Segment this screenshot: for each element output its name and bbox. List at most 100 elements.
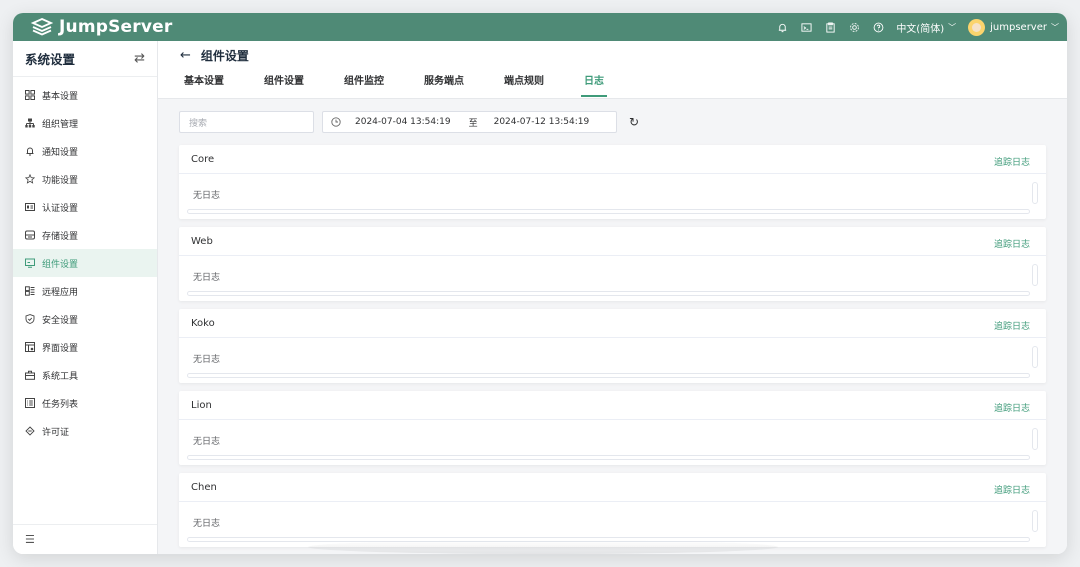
range-separator: 至 bbox=[468, 118, 478, 129]
sidebar-item-tools[interactable]: 系统工具 bbox=[13, 361, 157, 389]
card-title: Web bbox=[191, 235, 213, 247]
trace-log-link[interactable]: 追踪日志 bbox=[994, 483, 1030, 496]
chevron-down-icon: ﹀ bbox=[1051, 22, 1059, 32]
username: jumpserver bbox=[990, 21, 1047, 33]
logo[interactable]: JumpServer bbox=[31, 17, 172, 37]
switch-view-icon[interactable]: ⇄ bbox=[134, 51, 145, 66]
terminal-icon[interactable] bbox=[800, 21, 812, 33]
vertical-scrollbar[interactable] bbox=[1032, 182, 1038, 204]
sidebar-item-label: 认证设置 bbox=[42, 203, 79, 214]
sidebar-item-org[interactable]: 组织管理 bbox=[13, 109, 157, 137]
breadcrumb: ← 组件设置 bbox=[180, 41, 1067, 69]
sidebar-item-tasks[interactable]: 任务列表 bbox=[13, 389, 157, 417]
chevron-down-icon: ﹀ bbox=[948, 22, 957, 32]
bell-icon[interactable] bbox=[776, 21, 788, 33]
vertical-scrollbar[interactable] bbox=[1032, 428, 1038, 450]
collapse-sidebar-button[interactable]: ☰ bbox=[13, 524, 157, 554]
log-text: 无日志 bbox=[193, 273, 221, 283]
log-card-koko: Koko 追踪日志 无日志 bbox=[179, 309, 1046, 383]
tab-logs[interactable]: 日志 bbox=[581, 69, 607, 97]
bottom-shadow bbox=[308, 540, 778, 554]
sidebar-item-label: 远程应用 bbox=[42, 287, 79, 298]
sidebar-title: 系统设置 bbox=[25, 52, 76, 67]
clipboard-icon[interactable] bbox=[824, 21, 836, 33]
sidebar-item-component[interactable]: 组件设置 bbox=[13, 249, 157, 277]
top-actions: 中文(简体) ﹀ jumpserver ﹀ bbox=[770, 18, 1067, 36]
date-range-picker[interactable]: 2024-07-04 13:54:19 至 2024-07-12 13:54:1… bbox=[322, 111, 617, 133]
layout-icon bbox=[25, 342, 35, 352]
shield-icon bbox=[25, 314, 35, 324]
gear-icon[interactable] bbox=[848, 21, 860, 33]
org-icon bbox=[25, 118, 35, 128]
storage-icon bbox=[25, 230, 35, 240]
card-body: 无日志 bbox=[179, 338, 1046, 383]
log-card-web: Web 追踪日志 无日志 bbox=[179, 227, 1046, 301]
card-header: Lion 追踪日志 bbox=[179, 391, 1046, 420]
horizontal-scrollbar[interactable] bbox=[187, 291, 1030, 296]
card-title: Koko bbox=[191, 317, 215, 329]
sidebar-menu: 基本设置 组织管理 通知设置 功能设置 认证设置 存储设置 组件设置 远程应用 … bbox=[13, 77, 157, 445]
grid-icon bbox=[25, 90, 35, 100]
sidebar-item-label: 界面设置 bbox=[42, 343, 79, 354]
sidebar-item-security[interactable]: 安全设置 bbox=[13, 305, 157, 333]
start-date[interactable]: 2024-07-04 13:54:19 bbox=[355, 117, 451, 127]
tab-basic[interactable]: 基本设置 bbox=[184, 69, 224, 96]
trace-log-link[interactable]: 追踪日志 bbox=[994, 401, 1030, 414]
sidebar-item-notification[interactable]: 通知设置 bbox=[13, 137, 157, 165]
avatar bbox=[968, 18, 986, 36]
vertical-scrollbar[interactable] bbox=[1032, 346, 1038, 368]
card-body: 无日志 bbox=[179, 420, 1046, 465]
refresh-icon[interactable]: ↻ bbox=[629, 115, 639, 129]
end-date[interactable]: 2024-07-12 13:54:19 bbox=[494, 117, 590, 127]
card-header: Web 追踪日志 bbox=[179, 227, 1046, 256]
card-header: Core 追踪日志 bbox=[179, 145, 1046, 174]
sidebar-item-label: 通知设置 bbox=[42, 147, 79, 158]
trace-log-link[interactable]: 追踪日志 bbox=[994, 319, 1030, 332]
card-title: Lion bbox=[191, 399, 212, 411]
tab-bar: 基本设置 组件设置 组件监控 服务端点 端点规则 日志 bbox=[180, 69, 1067, 99]
clock-icon bbox=[331, 117, 341, 127]
sidebar-item-feature[interactable]: 功能设置 bbox=[13, 165, 157, 193]
sidebar-item-label: 任务列表 bbox=[42, 399, 79, 410]
log-text: 无日志 bbox=[193, 355, 221, 365]
sidebar-item-label: 功能设置 bbox=[42, 175, 79, 186]
sidebar-item-license[interactable]: 许可证 bbox=[13, 417, 157, 445]
toolbox-icon bbox=[25, 370, 35, 380]
sidebar-item-storage[interactable]: 存储设置 bbox=[13, 221, 157, 249]
card-body: 无日志 bbox=[179, 174, 1046, 219]
filter-bar: 搜索 2024-07-04 13:54:19 至 2024-07-12 13:5… bbox=[158, 99, 1067, 145]
tab-component-monitor[interactable]: 组件监控 bbox=[344, 69, 384, 96]
log-text: 无日志 bbox=[193, 191, 221, 201]
tab-endpoint-rules[interactable]: 端点规则 bbox=[504, 69, 544, 96]
horizontal-scrollbar[interactable] bbox=[187, 455, 1030, 460]
trace-log-link[interactable]: 追踪日志 bbox=[994, 237, 1030, 250]
sidebar-item-label: 许可证 bbox=[42, 427, 70, 438]
search-input[interactable]: 搜索 bbox=[179, 111, 314, 133]
page-title: 组件设置 bbox=[200, 48, 249, 63]
sidebar-item-remote-apps[interactable]: 远程应用 bbox=[13, 277, 157, 305]
tab-component-settings[interactable]: 组件设置 bbox=[264, 69, 304, 96]
sidebar-item-label: 组件设置 bbox=[42, 259, 79, 270]
horizontal-scrollbar[interactable] bbox=[187, 373, 1030, 378]
user-menu[interactable]: jumpserver ﹀ bbox=[956, 18, 1059, 36]
sidebar-item-auth[interactable]: 认证设置 bbox=[13, 193, 157, 221]
apps-icon bbox=[25, 286, 35, 296]
card-title: Core bbox=[191, 153, 215, 165]
sidebar-item-label: 存储设置 bbox=[42, 231, 79, 242]
sidebar-item-basic[interactable]: 基本设置 bbox=[13, 81, 157, 109]
back-arrow-icon[interactable]: ← bbox=[180, 48, 191, 63]
help-icon[interactable] bbox=[872, 21, 884, 33]
vertical-scrollbar[interactable] bbox=[1032, 264, 1038, 286]
vertical-scrollbar[interactable] bbox=[1032, 510, 1038, 532]
trace-log-link[interactable]: 追踪日志 bbox=[994, 155, 1030, 168]
page-header: ← 组件设置 基本设置 组件设置 组件监控 服务端点 端点规则 日志 bbox=[158, 41, 1067, 99]
logo-text: JumpServer bbox=[59, 17, 173, 37]
card-header: Koko 追踪日志 bbox=[179, 309, 1046, 338]
horizontal-scrollbar[interactable] bbox=[187, 209, 1030, 214]
search-placeholder: 搜索 bbox=[189, 118, 208, 129]
sidebar-item-interface[interactable]: 界面设置 bbox=[13, 333, 157, 361]
language-select[interactable]: 中文(简体) ﹀ bbox=[896, 20, 956, 35]
tab-service-endpoints[interactable]: 服务端点 bbox=[424, 69, 464, 96]
main-content: ← 组件设置 基本设置 组件设置 组件监控 服务端点 端点规则 日志 搜索 20… bbox=[158, 41, 1067, 554]
card-header: Chen 追踪日志 bbox=[179, 473, 1046, 502]
